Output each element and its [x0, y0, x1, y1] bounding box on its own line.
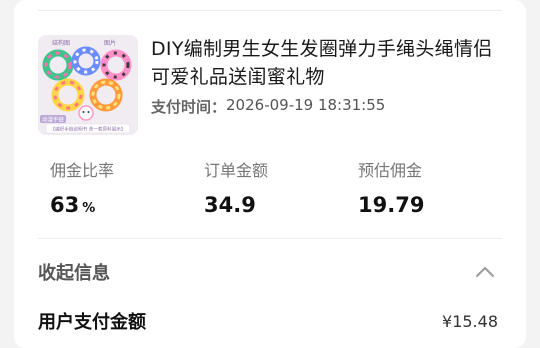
stat-estimated-commission: 预估佣金 19.79	[358, 157, 424, 217]
pay-time: 支付时间： 2026-09-19 18:31:55	[151, 96, 385, 117]
stat-value-number: 34.9	[204, 193, 256, 217]
pay-time-label: 支付时间：	[151, 98, 227, 116]
chevron-up-icon[interactable]	[474, 261, 496, 283]
user-payment-label: 用户支付金额	[38, 312, 146, 333]
stat-commission-rate: 佣金比率 63%	[50, 157, 114, 217]
top-divider	[38, 10, 502, 11]
thumbnail-caption-left: 动漫手链	[42, 116, 65, 124]
stat-label: 订单金额	[204, 161, 269, 180]
order-card: 结构图 图片 动漫手链 【编织手链说明书 含一套原料展示】 DIY编制男生女生发…	[14, 0, 526, 348]
collapse-label: 收起信息	[38, 263, 110, 284]
product-title[interactable]: DIY编制男生女生发圈弹力手绳头绳情侣可爱礼品送闺蜜礼物	[151, 35, 496, 91]
user-payment-amount: ¥15.48	[442, 311, 498, 331]
stat-label: 预估佣金	[358, 161, 423, 180]
user-payment-row: 用户支付金额 ¥15.48	[38, 307, 498, 335]
thumbnail-banner: 【编织手链说明书 含一套原料展示】	[51, 126, 126, 133]
stat-value-number: 19.79	[358, 193, 425, 217]
stat-value-number: 63	[50, 193, 80, 217]
thumbnail-caption-top-left: 结构图	[52, 39, 70, 47]
stat-value: 34.9	[204, 193, 268, 217]
stat-value: 63%	[50, 193, 114, 217]
order-stats: 佣金比率 63% 订单金额 34.9 预估佣金 19.79	[50, 157, 520, 217]
stat-value: 19.79	[358, 193, 424, 217]
pay-time-value: 2026-09-19 18:31:55	[226, 96, 386, 114]
stat-label: 佣金比率	[50, 161, 115, 180]
stat-order-amount: 订单金额 34.9	[204, 157, 268, 217]
product-thumbnail[interactable]: 结构图 图片 动漫手链 【编织手链说明书 含一套原料展示】	[38, 35, 138, 135]
section-divider	[38, 238, 502, 239]
collapse-info-toggle[interactable]: 收起信息	[38, 258, 496, 286]
thumbnail-caption-top-right: 图片	[104, 39, 116, 47]
stat-unit: %	[82, 201, 96, 216]
product-image: 结构图 图片 动漫手链 【编织手链说明书 含一套原料展示】	[38, 35, 138, 135]
